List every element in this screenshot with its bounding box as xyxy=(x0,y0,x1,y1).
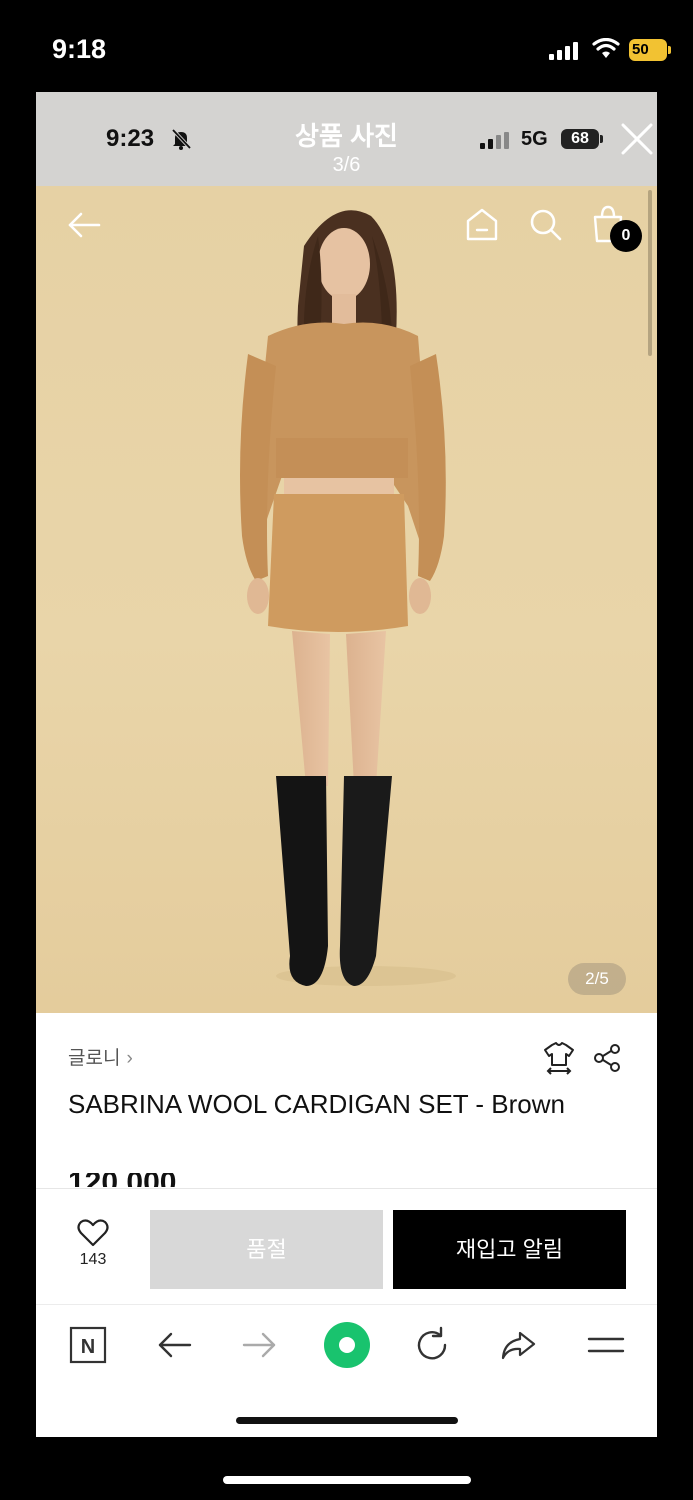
back-arrow-icon[interactable] xyxy=(66,210,102,240)
product-info: 글로니› SABRINA WOOL CARDIGAN SET - Brown 1… xyxy=(36,1013,657,1188)
search-icon[interactable] xyxy=(527,206,563,242)
menu-icon[interactable] xyxy=(586,1325,626,1365)
price-value: 120,000 xyxy=(68,1173,176,1187)
scroll-indicator xyxy=(648,190,652,356)
naver-icon[interactable]: N xyxy=(68,1325,108,1365)
embedded-screenshot: 9:23 상품 사진 3/6 5G 68 0 2/5 글로니 › SABRINA… xyxy=(36,92,657,1437)
browser-back-icon[interactable] xyxy=(154,1325,194,1365)
home-indicator[interactable] xyxy=(223,1476,471,1484)
price-partial: 120,000원 xyxy=(68,1173,176,1187)
restock-alert-button[interactable]: 재입고 알림 xyxy=(393,1210,626,1289)
wifi-icon xyxy=(592,38,620,58)
close-icon[interactable] xyxy=(620,122,654,156)
battery-indicator: 50 xyxy=(629,39,671,61)
product-photo[interactable]: 0 2/5 xyxy=(36,186,657,1013)
cellular-signal-icon xyxy=(549,42,578,60)
share-arrow-icon[interactable] xyxy=(498,1325,538,1365)
brand-link[interactable]: 글로니 › xyxy=(68,1043,133,1070)
inner-battery: 68 xyxy=(561,129,605,149)
network-type: 5G xyxy=(521,128,548,150)
browser-toolbar: N xyxy=(36,1304,657,1437)
inner-home-indicator xyxy=(236,1417,458,1424)
home-icon[interactable] xyxy=(464,206,500,242)
refresh-icon[interactable] xyxy=(412,1325,452,1365)
photo-counter: 3/6 xyxy=(332,154,361,176)
image-counter: 2/5 xyxy=(568,963,626,995)
chevron-right-icon: › xyxy=(126,1048,133,1069)
brand-name: 글로니 xyxy=(68,1048,121,1069)
inner-signal-icon xyxy=(480,132,509,149)
model-photo xyxy=(240,210,456,986)
product-name: SABRINA WOOL CARDIGAN SET - Brown xyxy=(68,1089,565,1119)
green-dot-icon[interactable] xyxy=(321,1319,373,1371)
purchase-action-bar: 143 품절 재입고 알림 xyxy=(36,1188,657,1304)
wishlist-count: 143 xyxy=(79,1251,107,1268)
cart-count-badge: 0 xyxy=(610,220,642,252)
svg-text:N: N xyxy=(81,1336,95,1358)
share-icon[interactable] xyxy=(592,1043,622,1073)
wishlist-button[interactable]: 143 xyxy=(64,1219,122,1275)
photo-viewer-header: 9:23 상품 사진 3/6 5G 68 xyxy=(36,92,657,186)
heart-icon xyxy=(77,1219,109,1247)
browser-forward-icon[interactable] xyxy=(240,1325,280,1365)
device-time: 9:18 xyxy=(52,34,107,64)
device-status-bar: 9:18 50 xyxy=(0,0,693,92)
size-guide-icon[interactable] xyxy=(542,1041,576,1075)
soldout-button[interactable]: 품절 xyxy=(150,1210,383,1289)
battery-level: 50 xyxy=(632,41,649,58)
inner-battery-level: 68 xyxy=(561,129,599,149)
